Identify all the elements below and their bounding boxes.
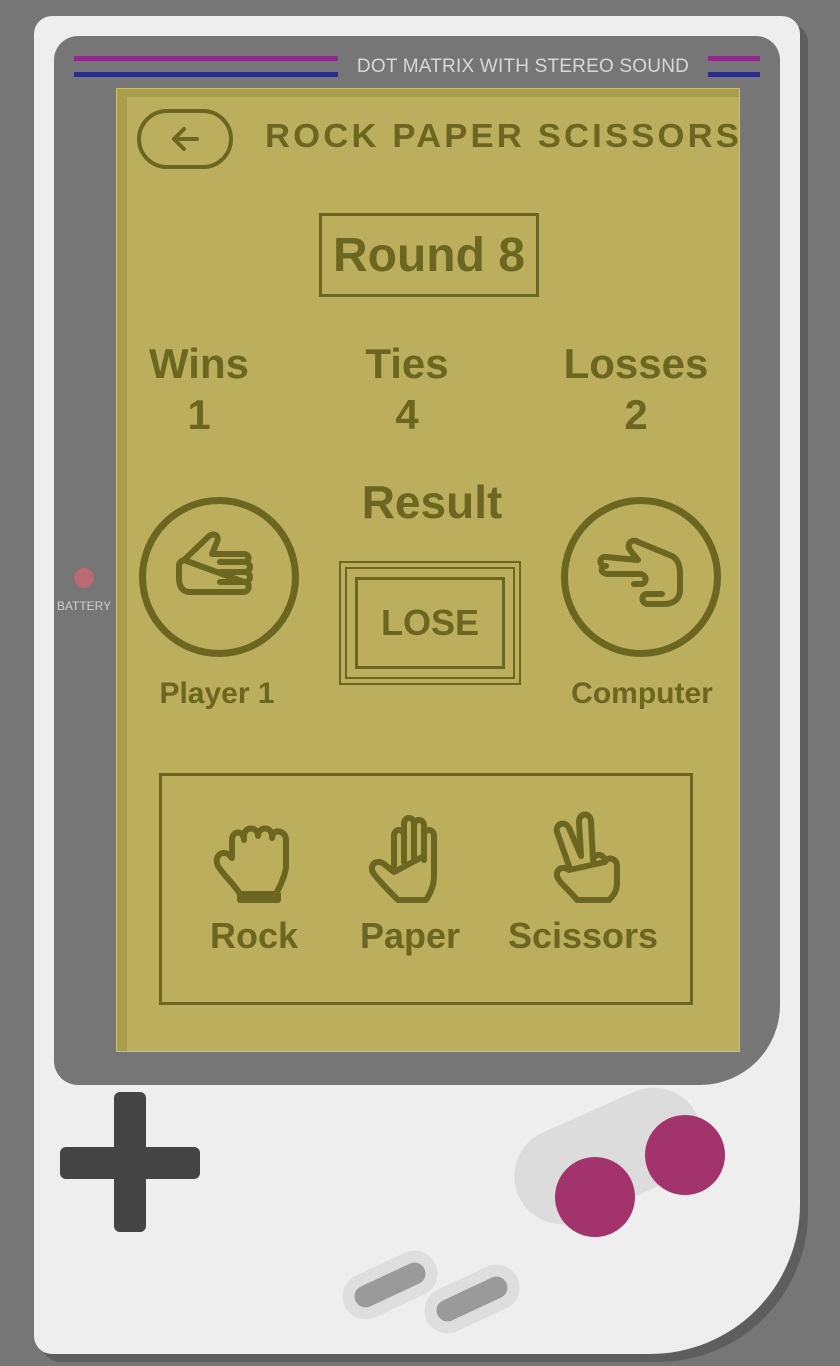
game-title: ROCK PAPER SCISSORS — [265, 117, 743, 154]
screen-shadow-top — [117, 89, 739, 97]
brand-text: DOT MATRIX WITH STEREO SOUND — [356, 56, 690, 77]
result-badge: LOSE — [339, 561, 521, 685]
game-screen: ROCK PAPER SCISSORS Round 8 Wins 1 Ties … — [116, 88, 740, 1052]
player-choice-display — [139, 497, 299, 657]
scissors-button[interactable]: Scissors — [498, 806, 668, 957]
wins-label: Wins — [149, 340, 249, 387]
ties-value: 4 — [395, 391, 419, 438]
bezel-stripe-pink — [74, 56, 338, 61]
ties-stat: Ties 4 — [345, 339, 469, 441]
paper-button[interactable]: Paper — [340, 806, 480, 957]
computer-label: Computer — [571, 677, 713, 710]
paper-icon — [368, 815, 437, 903]
ties-label: Ties — [365, 340, 449, 387]
result-value: LOSE — [355, 577, 505, 669]
rock-hand-icon — [176, 531, 253, 595]
battery-label: BATTERY — [56, 599, 112, 613]
back-button[interactable] — [137, 109, 233, 169]
rock-label: Rock — [209, 915, 299, 956]
computer-choice-display — [561, 497, 721, 657]
scissors-icon — [553, 811, 620, 903]
b-button[interactable] — [555, 1157, 635, 1237]
dpad-vertical[interactable] — [114, 1092, 146, 1232]
losses-stat: Losses 2 — [557, 339, 715, 441]
wins-value: 1 — [187, 391, 211, 438]
rock-icon — [213, 825, 289, 903]
bezel-stripe-blue — [74, 72, 338, 77]
player-label: Player 1 — [159, 677, 275, 710]
a-button[interactable] — [645, 1115, 725, 1195]
arrow-left-icon — [172, 127, 199, 151]
screen-shadow-left — [117, 89, 127, 1051]
bezel-stripe-blue-right — [708, 72, 760, 77]
battery-indicator-light — [74, 568, 94, 588]
round-indicator: Round 8 — [319, 213, 539, 297]
choice-panel: Rock Paper Scissors — [159, 773, 693, 1005]
bezel-stripe-pink-right — [708, 56, 760, 61]
scissors-label: Scissors — [507, 915, 659, 956]
screen-bezel: DOT MATRIX WITH STEREO SOUND BATTERY ROC… — [54, 36, 780, 1085]
losses-label: Losses — [563, 340, 709, 387]
scissors-hand-icon — [597, 537, 683, 607]
losses-value: 2 — [624, 391, 648, 438]
wins-stat: Wins 1 — [137, 339, 261, 441]
rock-button[interactable]: Rock — [184, 806, 324, 957]
result-heading: Result — [361, 476, 503, 528]
paper-label: Paper — [359, 915, 461, 956]
